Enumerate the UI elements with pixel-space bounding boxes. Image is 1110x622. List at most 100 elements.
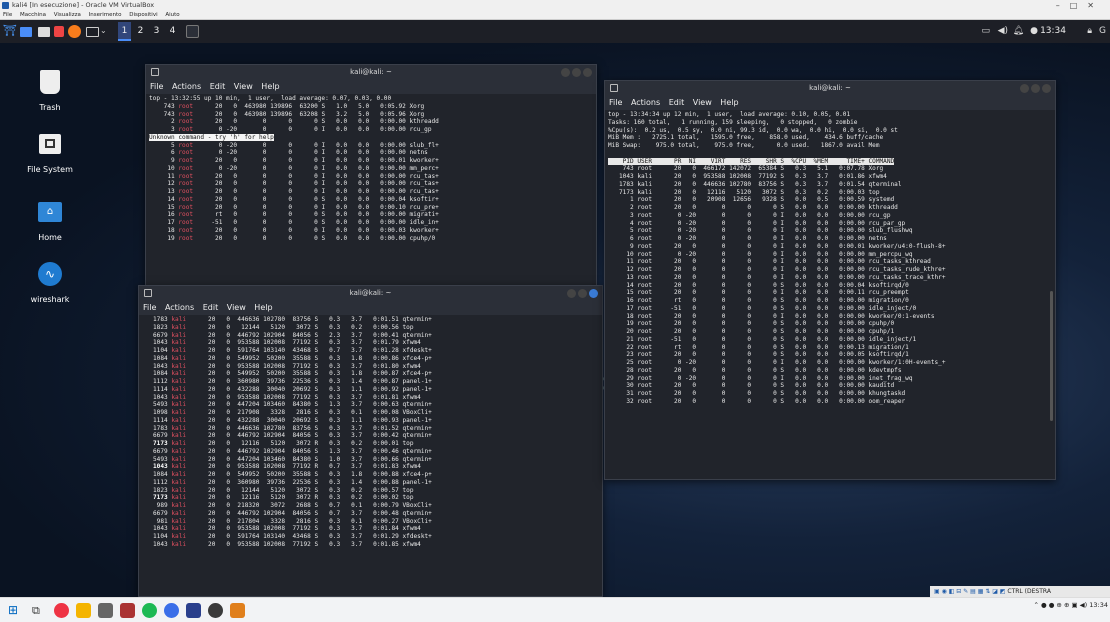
terminal-menu-bar: File Actions Edit View Help bbox=[605, 96, 1055, 110]
vbox-menu-file[interactable]: File bbox=[3, 12, 12, 18]
menu-help[interactable]: Help bbox=[254, 303, 272, 312]
menu-view[interactable]: View bbox=[227, 303, 246, 312]
window-controls[interactable] bbox=[1020, 84, 1051, 93]
display-icon[interactable]: ▭ bbox=[981, 24, 990, 38]
menu-view[interactable]: View bbox=[693, 98, 712, 107]
terminal-title: kali@kali: ~ bbox=[809, 84, 851, 92]
text-editor-icon[interactable] bbox=[54, 26, 64, 37]
scrollbar[interactable] bbox=[1050, 291, 1053, 421]
terminal-title-bar[interactable]: kali@kali: ~ bbox=[139, 286, 602, 301]
menu-file[interactable]: File bbox=[609, 98, 622, 107]
workspace-2[interactable]: 2 bbox=[134, 22, 147, 41]
vbox-menu-devices[interactable]: Dispositivi bbox=[129, 12, 157, 18]
show-desktop-icon[interactable] bbox=[20, 27, 32, 37]
mem-line: MiB Mem : 2725.1 total, 1595.0 free, 858… bbox=[608, 134, 884, 142]
kali-menu-icon[interactable]: ⛩ bbox=[3, 24, 17, 38]
trash-icon bbox=[33, 65, 67, 99]
terminal-title-bar[interactable]: kali@kali: ~ bbox=[605, 81, 1055, 96]
menu-view[interactable]: View bbox=[234, 82, 253, 91]
system-tray[interactable]: ⌃ ● ● ⊕ ⊕ ▣ ◀) 13:34 bbox=[1033, 601, 1108, 609]
terminal-icon[interactable] bbox=[86, 27, 99, 37]
desktop-icon-trash[interactable]: Trash bbox=[15, 65, 85, 112]
firefox-icon[interactable] bbox=[68, 25, 81, 38]
host-key-label: CTRL (DESTRA bbox=[1007, 588, 1051, 595]
tray-icons[interactable]: ⌃ ● ● ⊕ ⊕ ▣ ◀) bbox=[1033, 601, 1089, 609]
power-icon[interactable]: G bbox=[1099, 24, 1106, 38]
desktop-icon-label: Trash bbox=[39, 103, 61, 112]
terminal-output[interactable]: 1783 kali 20 0 446636 102780 83756 S 0.3… bbox=[142, 316, 599, 549]
menu-edit[interactable]: Edit bbox=[210, 82, 226, 91]
desktop-icon-home[interactable]: ⌂ Home bbox=[15, 195, 85, 242]
window-controls[interactable]: –□✕ bbox=[1056, 0, 1104, 11]
spotify-icon[interactable] bbox=[142, 603, 157, 618]
terminal-menu-bar: File Actions Edit View Help bbox=[139, 301, 602, 315]
windows-start-icon[interactable]: ⊞ bbox=[8, 603, 23, 618]
workspace-4[interactable]: 4 bbox=[166, 22, 179, 41]
menu-actions[interactable]: Actions bbox=[631, 98, 660, 107]
chrome-icon[interactable] bbox=[54, 603, 69, 618]
terminal-output[interactable]: top - 13:32:55 up 10 min, 1 user, load a… bbox=[149, 95, 593, 242]
menu-help[interactable]: Help bbox=[720, 98, 738, 107]
file-explorer-icon[interactable] bbox=[76, 603, 91, 618]
menu-edit[interactable]: Edit bbox=[203, 303, 219, 312]
launcher-dropdown-icon[interactable]: ⌄ bbox=[100, 24, 107, 38]
volume-icon[interactable]: ◀) bbox=[998, 24, 1008, 38]
vbox-menu-view[interactable]: Visualizza bbox=[54, 12, 81, 18]
desktop-icon-label: Home bbox=[38, 233, 62, 242]
terminal-output[interactable]: top - 13:34:34 up 12 min, 1 user, load a… bbox=[608, 111, 1052, 406]
virtualbox-icon[interactable] bbox=[230, 603, 245, 618]
taskbar-window-icon[interactable] bbox=[186, 25, 199, 38]
terminal-window-1[interactable]: kali@kali: ~ File Actions Edit View Help… bbox=[145, 64, 597, 286]
virtualbox-window: kali4 [In esecuzione] - Oracle VM Virtua… bbox=[0, 0, 1110, 622]
windows-taskbar: ⊞ ⧉ ⌃ ● ● ⊕ ⊕ ▣ ◀) 13:34 bbox=[0, 597, 1110, 622]
wireshark-icon: ∿ bbox=[33, 257, 67, 291]
terminal-window-icon bbox=[151, 68, 159, 76]
vbox-menu-input[interactable]: Inserimento bbox=[89, 12, 122, 18]
desktop-icon-filesystem[interactable]: File System bbox=[15, 127, 85, 174]
file-manager-icon[interactable] bbox=[38, 27, 50, 37]
desktop-icon-wireshark[interactable]: ∿ wireshark bbox=[15, 257, 85, 304]
vbox-status-bar: ▣ ◉ ◧ ⊟ ✎ ▤ ▦ ⇅ ◪ ◩ CTRL (DESTRA bbox=[930, 586, 1110, 597]
window-controls[interactable] bbox=[567, 289, 598, 298]
window-controls[interactable] bbox=[561, 68, 592, 77]
workspace-1[interactable]: 1 bbox=[118, 22, 131, 41]
app-icon[interactable] bbox=[98, 603, 113, 618]
network-icon[interactable]: ● bbox=[1030, 24, 1038, 38]
terminal-title-bar[interactable]: kali@kali: ~ bbox=[146, 65, 596, 80]
app-icon[interactable] bbox=[186, 603, 201, 618]
terminal-window-2[interactable]: kali@kali: ~ File Actions Edit View Help… bbox=[138, 285, 603, 597]
menu-edit[interactable]: Edit bbox=[669, 98, 685, 107]
vbox-menu-machine[interactable]: Macchina bbox=[20, 12, 46, 18]
process-table-header: PID USER PR NI VIRT RES SHR S %CPU %MEM … bbox=[608, 157, 895, 165]
notification-bell-icon[interactable]: 🔔︎ bbox=[1013, 24, 1024, 38]
desktop-icon-label: wireshark bbox=[30, 295, 70, 304]
app-icon[interactable] bbox=[208, 603, 223, 618]
vbox-menu-help[interactable]: Aiuto bbox=[165, 12, 179, 18]
terminal-window-3[interactable]: kali@kali: ~ File Actions Edit View Help… bbox=[604, 80, 1056, 480]
vbox-menu-bar: File Macchina Visualizza Inserimento Dis… bbox=[0, 11, 1110, 20]
menu-actions[interactable]: Actions bbox=[172, 82, 201, 91]
desktop-icon-label: File System bbox=[27, 165, 73, 174]
workspace-3[interactable]: 3 bbox=[150, 22, 163, 41]
menu-help[interactable]: Help bbox=[261, 82, 279, 91]
terminal-menu-bar: File Actions Edit View Help bbox=[146, 80, 596, 94]
unknown-command-message: Unknown command - try 'h' for help bbox=[149, 133, 274, 141]
menu-file[interactable]: File bbox=[150, 82, 163, 91]
menu-file[interactable]: File bbox=[143, 303, 156, 312]
app-icon[interactable] bbox=[164, 603, 179, 618]
home-folder-icon: ⌂ bbox=[33, 195, 67, 229]
kali-top-panel: ⛩ ⌄ 1 2 3 4 ▭ ◀) 🔔︎ ● 13:34 🔒︎ G bbox=[0, 20, 1110, 43]
task-view-icon[interactable]: ⧉ bbox=[32, 603, 47, 618]
terminal-title: kali@kali: ~ bbox=[350, 68, 392, 76]
top-summary-line: top - 13:34:34 up 12 min, 1 user, load a… bbox=[608, 111, 851, 118]
vbox-device-icons[interactable]: ▣ ◉ ◧ ⊟ ✎ ▤ ▦ ⇅ ◪ ◩ bbox=[934, 588, 1007, 595]
app-icon[interactable] bbox=[120, 603, 135, 618]
swap-line: MiB Swap: 975.0 total, 975.0 free, 0.0 u… bbox=[608, 142, 880, 149]
lock-icon[interactable]: 🔒︎ bbox=[1087, 24, 1092, 38]
drive-icon bbox=[33, 127, 67, 161]
top-summary-line: top - 13:32:55 up 10 min, 1 user, load a… bbox=[149, 95, 392, 102]
menu-actions[interactable]: Actions bbox=[165, 303, 194, 312]
terminal-window-icon bbox=[610, 84, 618, 92]
tasks-line: Tasks: 160 total, 1 running, 159 sleepin… bbox=[608, 118, 858, 126]
panel-clock[interactable]: 13:34 bbox=[1040, 24, 1066, 38]
